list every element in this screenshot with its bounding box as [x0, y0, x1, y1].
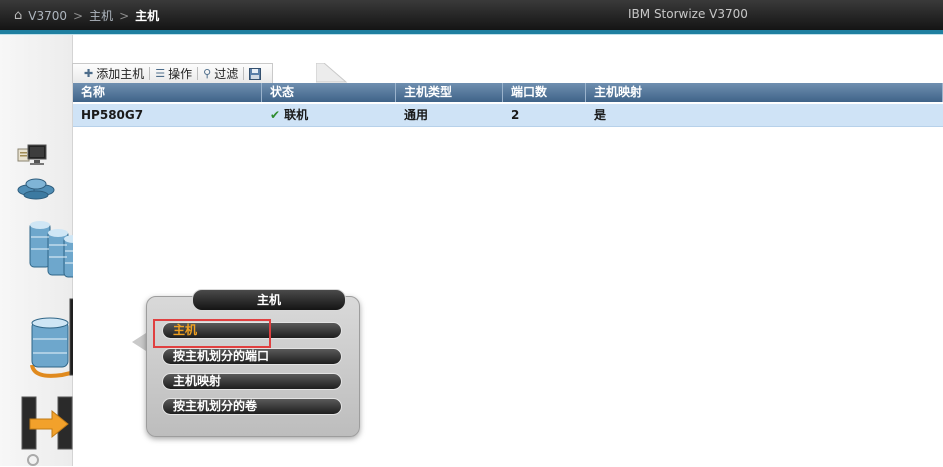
- cell-name: HP580G7: [81, 108, 144, 122]
- cell-status: ✔ 联机: [262, 104, 396, 126]
- actions-label: 操作: [168, 67, 193, 81]
- access-icon[interactable]: [26, 453, 40, 467]
- product-name: IBM Storwize V3700: [628, 7, 748, 21]
- filter-label: 过滤: [214, 67, 239, 81]
- magnifier-icon: ⚲: [203, 67, 212, 80]
- list-icon: ☰: [155, 67, 166, 80]
- actions-button[interactable]: ☰ 操作: [150, 65, 197, 82]
- breadcrumb-root[interactable]: V3700: [28, 9, 67, 23]
- breadcrumb: ⌂ V3700 > 主机 > 主机: [14, 7, 159, 24]
- add-host-button[interactable]: ✚ 添加主机: [79, 65, 149, 82]
- toolbar: ✚ 添加主机 ☰ 操作 ⚲ 过滤: [72, 63, 274, 83]
- column-header-host-type[interactable]: 主机类型: [396, 83, 503, 102]
- table-header: 名称 状态 主机类型 端口数 主机映射: [73, 83, 943, 102]
- accent-line: [0, 34, 943, 35]
- highlight-box: [153, 319, 271, 348]
- home-icon[interactable]: ⌂: [14, 8, 22, 23]
- table-row[interactable]: HP580G7 ✔ 联机 通用 2 是: [73, 104, 943, 127]
- checkmark-icon: ✔: [270, 108, 281, 122]
- menu-item-ports-by-host[interactable]: 按主机划分的端口: [162, 348, 342, 365]
- breadcrumb-current: 主机: [135, 9, 160, 23]
- toolbar-tab-edge: [316, 63, 348, 83]
- plus-icon: ✚: [84, 67, 94, 80]
- popup-pointer: [132, 333, 146, 351]
- top-bar: ⌂ V3700 > 主机 > 主机 IBM Storwize V3700: [0, 0, 943, 30]
- hosts-popup-menu: [146, 296, 360, 437]
- cell-ports: 2: [511, 108, 520, 122]
- menu-item-host-mappings[interactable]: 主机映射: [162, 373, 342, 390]
- pools-icon[interactable]: [16, 176, 56, 202]
- filter-button[interactable]: ⚲ 过滤: [198, 65, 243, 82]
- column-header-ports[interactable]: 端口数: [503, 83, 586, 102]
- column-header-status[interactable]: 状态: [262, 83, 396, 102]
- breadcrumb-separator: >: [119, 8, 130, 23]
- add-host-label: 添加主机: [96, 67, 145, 81]
- monitoring-icon[interactable]: [16, 143, 50, 169]
- column-header-name[interactable]: 名称: [73, 83, 262, 102]
- save-button[interactable]: [244, 67, 266, 80]
- status-text: 联机: [284, 108, 309, 122]
- popup-title: 主机: [192, 289, 346, 311]
- breadcrumb-separator: >: [73, 8, 84, 23]
- left-navigation: [0, 35, 121, 467]
- cell-host-type: 通用: [404, 108, 429, 122]
- cell-host-mappings: 是: [594, 108, 607, 122]
- column-header-host-mappings[interactable]: 主机映射: [586, 83, 943, 102]
- save-icon: [249, 67, 262, 80]
- breadcrumb-parent[interactable]: 主机: [89, 7, 113, 24]
- menu-item-volumes-by-host[interactable]: 按主机划分的卷: [162, 398, 342, 415]
